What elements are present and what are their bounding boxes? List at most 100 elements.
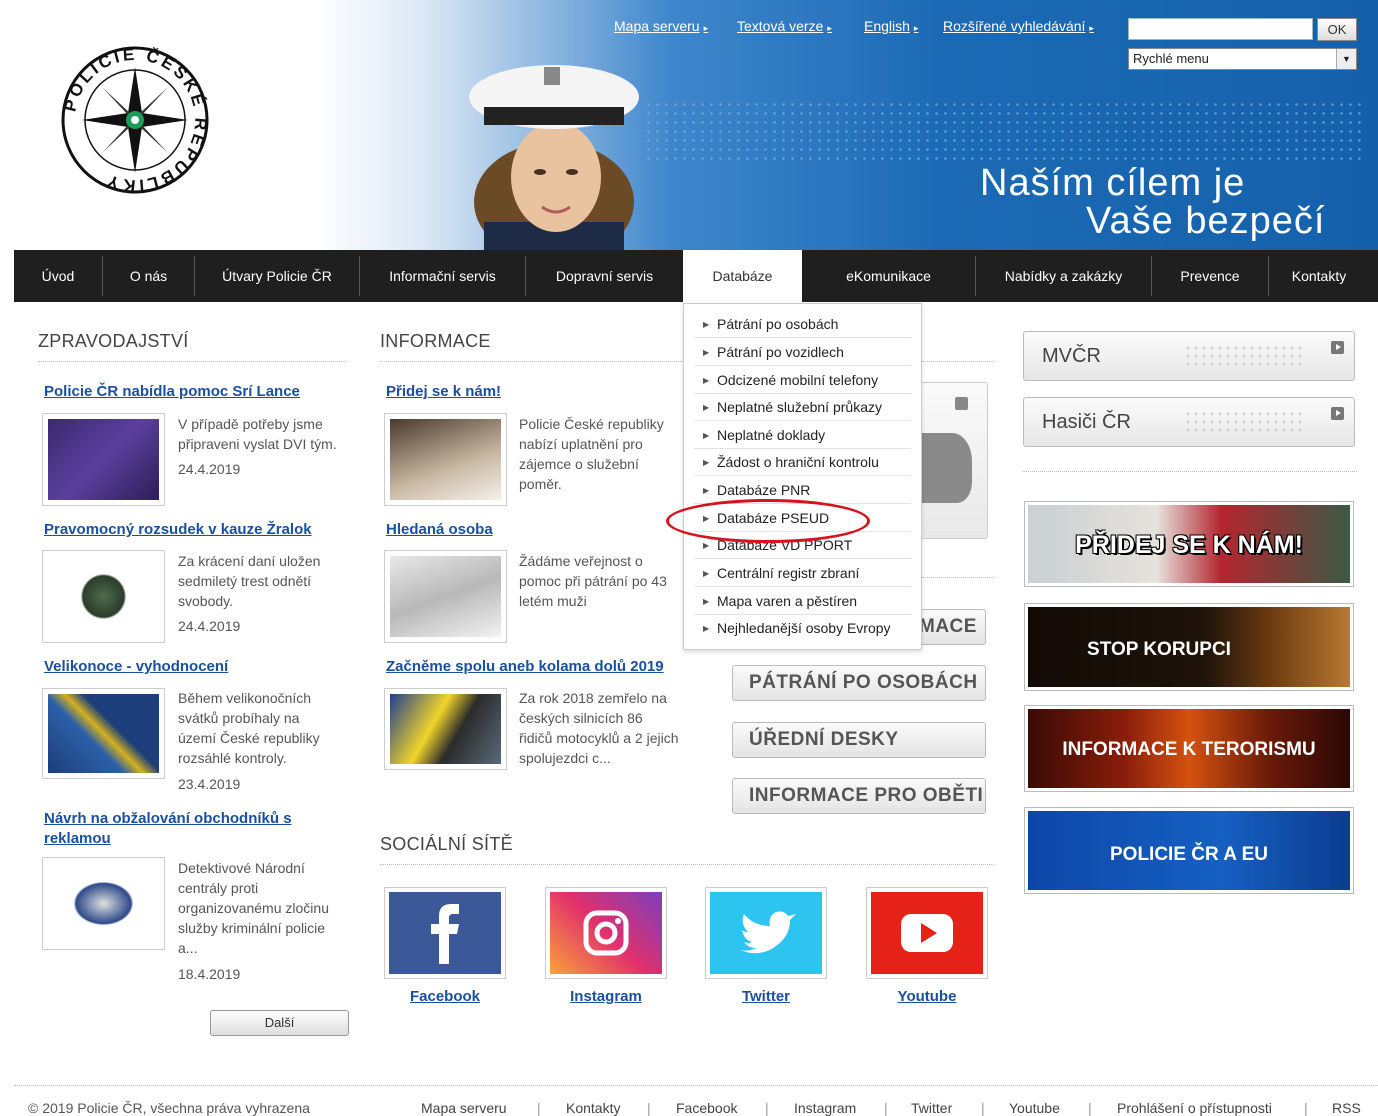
- banner-terorismus[interactable]: INFORMACE K TERORISMU: [1024, 705, 1354, 792]
- hasici-link-box[interactable]: Hasiči ČR: [1023, 397, 1355, 447]
- menu-item-nejhledanejsi-osoby[interactable]: ▶ Nejhledanější osoby Evropy: [694, 615, 911, 642]
- patrani-po-osobach-button[interactable]: PÁTRÁNÍ PO OSOBÁCH: [732, 665, 986, 701]
- quick-menu-select[interactable]: Rychlé menu ▼: [1128, 48, 1357, 70]
- youtube-link[interactable]: Youtube: [866, 988, 988, 1005]
- youtube-tile[interactable]: [866, 887, 988, 979]
- news-thumb-4[interactable]: [42, 857, 165, 950]
- top-link-advanced-search[interactable]: Rozšířené vyhledávání ▸: [943, 18, 1094, 34]
- caret-right-icon: ▶: [703, 403, 710, 412]
- instagram-icon: [583, 910, 629, 956]
- caret-right-icon: ▶: [703, 320, 710, 329]
- nav-nabidky[interactable]: Nabídky a zakázky: [976, 250, 1151, 302]
- menu-item-neplatne-prukazy[interactable]: ▶ Neplatné služební průkazy: [694, 394, 911, 421]
- more-news-button[interactable]: Další: [210, 1010, 349, 1036]
- caret-right-icon: ▶: [703, 431, 710, 440]
- caret-right-icon: ▶: [703, 458, 710, 467]
- caret-right-icon: ▶: [703, 348, 710, 357]
- info-title: INFORMACE: [380, 331, 491, 351]
- nav-prevence[interactable]: Prevence: [1152, 250, 1268, 302]
- info-link-3[interactable]: Začněme spolu aneb kolama dolů 2019: [386, 658, 664, 675]
- facebook-link[interactable]: Facebook: [384, 988, 506, 1005]
- nav-uvod[interactable]: Úvod: [14, 250, 102, 302]
- arrow-right-icon: [1331, 341, 1344, 354]
- slogan-line-2: Vaše bezpečí: [1086, 200, 1326, 242]
- news-link-3[interactable]: Velikonoce - vyhodnocení: [44, 658, 228, 675]
- caret-right-icon: ▶: [703, 624, 710, 633]
- menu-item-mapa-varen[interactable]: ▶ Mapa varen a pěstíren: [694, 588, 911, 615]
- top-link-text-version[interactable]: Textová verze ▸: [737, 18, 832, 34]
- news-thumb-2[interactable]: [42, 550, 165, 643]
- menu-item-patrani-po-osobach[interactable]: ▶ Pátrání po osobách: [694, 311, 911, 338]
- banner-pridej-se[interactable]: PŘIDEJ SE K NÁM!: [1024, 501, 1354, 587]
- header-dot-pattern: [644, 100, 1364, 160]
- twitter-icon: [740, 911, 796, 954]
- red-highlight-circle: [666, 499, 870, 543]
- menu-item-odcizene-telefony[interactable]: ▶ Odcizené mobilní telefony: [694, 367, 911, 394]
- news-date: 23.4.2019: [178, 776, 241, 792]
- top-link-english[interactable]: English ▸: [864, 18, 918, 34]
- chevron-down-icon: ▼: [1336, 49, 1356, 69]
- caret-right-icon: ▶: [703, 597, 710, 606]
- instagram-tile[interactable]: [545, 887, 667, 979]
- info-thumb-3[interactable]: [384, 688, 507, 770]
- footer-link-contacts[interactable]: Kontakty: [566, 1100, 620, 1116]
- nav-utvary[interactable]: Útvary Policie ČR: [195, 250, 359, 302]
- informace-pro-obeti-button[interactable]: INFORMACE PRO OBĚTI: [732, 778, 986, 814]
- news-date: 24.4.2019: [178, 461, 241, 477]
- caret-right-icon: ▶: [703, 376, 710, 385]
- twitter-link[interactable]: Twitter: [705, 988, 827, 1005]
- news-link-2[interactable]: Pravomocný rozsudek v kauze Žralok: [44, 521, 312, 538]
- caret-right-icon: ▶: [703, 486, 710, 495]
- officer-photo: [469, 65, 639, 250]
- nav-dopravni-servis[interactable]: Dopravní servis: [526, 250, 683, 302]
- nav-o-nas[interactable]: O nás: [103, 250, 194, 302]
- footer-link-rss[interactable]: RSS: [1332, 1100, 1361, 1116]
- instagram-link[interactable]: Instagram: [545, 988, 667, 1005]
- top-link-sitemap[interactable]: Mapa serveru ▸: [614, 18, 708, 34]
- banner-policie-eu[interactable]: POLICIE ČR A EU: [1024, 807, 1354, 894]
- nav-ekomunikace[interactable]: eKomunikace: [802, 250, 975, 302]
- czech-map-shape: [922, 433, 972, 503]
- news-date: 24.4.2019: [178, 618, 241, 634]
- news-link-1[interactable]: Policie ČR nabídla pomoc Srí Lance: [44, 383, 300, 400]
- police-logo[interactable]: POLICIE ČESKÉ REPUBLIKY: [60, 45, 210, 195]
- search-input[interactable]: [1128, 18, 1313, 40]
- nav-databaze[interactable]: Databáze: [683, 250, 802, 302]
- footer-link-youtube[interactable]: Youtube: [1009, 1100, 1060, 1116]
- info-link-1[interactable]: Přidej se k nám!: [386, 383, 501, 400]
- news-link-4[interactable]: Návrh na obžalování obchodníků s reklamou: [44, 809, 292, 849]
- social-title: SOCIÁLNÍ SÍTĚ: [380, 834, 513, 854]
- news-thumb-1[interactable]: [42, 413, 165, 506]
- facebook-icon: [431, 904, 459, 964]
- footer-link-twitter[interactable]: Twitter: [911, 1100, 952, 1116]
- facebook-tile[interactable]: [384, 887, 506, 979]
- footer-link-sitemap[interactable]: Mapa serveru: [421, 1100, 507, 1116]
- info-link-2[interactable]: Hledaná osoba: [386, 521, 493, 538]
- menu-item-patrani-po-vozidlech[interactable]: ▶ Pátrání po vozidlech: [694, 339, 911, 366]
- menu-item-registr-zbrani[interactable]: ▶ Centrální registr zbraní: [694, 560, 911, 587]
- uredni-desky-button[interactable]: ÚŘEDNÍ DESKY: [732, 722, 986, 758]
- nav-informacni-servis[interactable]: Informační servis: [360, 250, 525, 302]
- news-title: ZPRAVODAJSTVÍ: [38, 331, 189, 351]
- info-thumb-2[interactable]: [384, 550, 507, 643]
- map-widget[interactable]: [922, 382, 988, 539]
- footer-link-facebook[interactable]: Facebook: [676, 1100, 737, 1116]
- banner-stop-korupci[interactable]: STOP KORUPCI: [1024, 603, 1354, 691]
- mvcr-link-box[interactable]: MVČR: [1023, 331, 1355, 381]
- slogan-line-1: Naším cílem je: [980, 162, 1246, 204]
- footer-link-instagram[interactable]: Instagram: [794, 1100, 856, 1116]
- info-thumb-1[interactable]: [384, 413, 507, 506]
- databaze-dropdown-menu: ▶ Pátrání po osobách ▶ Pátrání po vozidlec…: [683, 303, 922, 650]
- header-banner: POLICIE ČESKÉ REPUBLIKY Mapa serveru ▸ Te…: [14, 0, 1378, 250]
- nav-kontakty[interactable]: Kontakty: [1269, 250, 1369, 302]
- arrow-right-icon: [955, 397, 968, 410]
- menu-item-neplatne-doklady[interactable]: ▶ Neplatné doklady: [694, 422, 911, 449]
- main-nav: Úvod O nás Útvary Policie ČR Informační …: [14, 250, 1378, 302]
- footer-link-accessibility[interactable]: Prohlášení o přístupnosti: [1117, 1100, 1272, 1116]
- copyright-text: © 2019 Policie ČR, všechna práva vyhraze…: [28, 1100, 310, 1116]
- search-ok-button[interactable]: OK: [1317, 18, 1357, 41]
- twitter-tile[interactable]: [705, 887, 827, 979]
- news-thumb-3[interactable]: [42, 688, 165, 779]
- menu-item-hranicni-kontrola[interactable]: ▶ Žádost o hraniční kontrolu: [694, 449, 911, 476]
- caret-right-icon: ▶: [703, 569, 710, 578]
